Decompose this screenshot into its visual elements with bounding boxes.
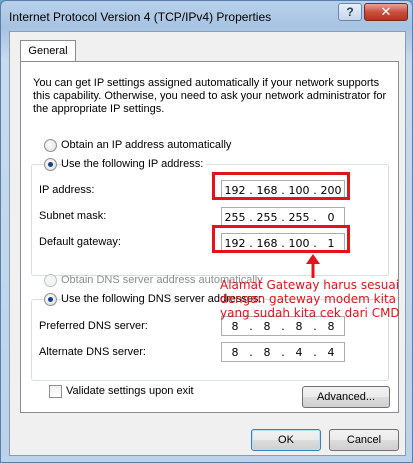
subnet-mask-label: Subnet mask: — [39, 210, 107, 222]
validate-settings-checkbox[interactable] — [49, 385, 62, 398]
annotation-text: Alamat Gateway harus sesuai dengan gatew… — [220, 278, 400, 320]
subnet-mask-input[interactable]: 255. 255. 255. 0 — [221, 207, 345, 227]
obtain-ip-auto-label[interactable]: Obtain an IP address automatically — [61, 139, 231, 151]
ok-button[interactable]: OK — [251, 429, 321, 451]
use-following-ip-label[interactable]: Use the following IP address: — [61, 158, 207, 170]
properties-dialog: Internet Protocol Version 4 (TCP/IPv4) P… — [0, 0, 413, 463]
close-button[interactable]: ✕ — [364, 3, 408, 21]
preferred-dns-label: Preferred DNS server: — [39, 320, 148, 332]
advanced-button[interactable]: Advanced... — [302, 386, 390, 408]
obtain-dns-auto-radio[interactable] — [44, 274, 57, 287]
cancel-button[interactable]: Cancel — [329, 429, 399, 451]
alternate-dns-input[interactable]: 8. 8. 4. 4 — [221, 342, 345, 362]
window-title: Internet Protocol Version 4 (TCP/IPv4) P… — [9, 10, 272, 24]
help-button[interactable]: ? — [338, 3, 362, 21]
use-following-dns-radio[interactable] — [44, 293, 57, 306]
ip-address-label: IP address: — [39, 184, 95, 196]
obtain-ip-auto-radio[interactable] — [44, 139, 57, 152]
alternate-dns-label: Alternate DNS server: — [39, 346, 146, 358]
use-following-ip-radio[interactable] — [44, 158, 57, 171]
validate-settings-label[interactable]: Validate settings upon exit — [66, 385, 194, 397]
default-gateway-label: Default gateway: — [39, 236, 121, 248]
gateway-highlight — [212, 225, 350, 253]
title-bar[interactable]: Internet Protocol Version 4 (TCP/IPv4) P… — [1, 1, 413, 29]
intro-text: You can get IP settings assigned automat… — [33, 77, 387, 115]
annotation-arrow-icon — [306, 254, 320, 278]
ip-address-highlight — [212, 172, 350, 200]
tab-general[interactable]: General — [20, 40, 76, 62]
